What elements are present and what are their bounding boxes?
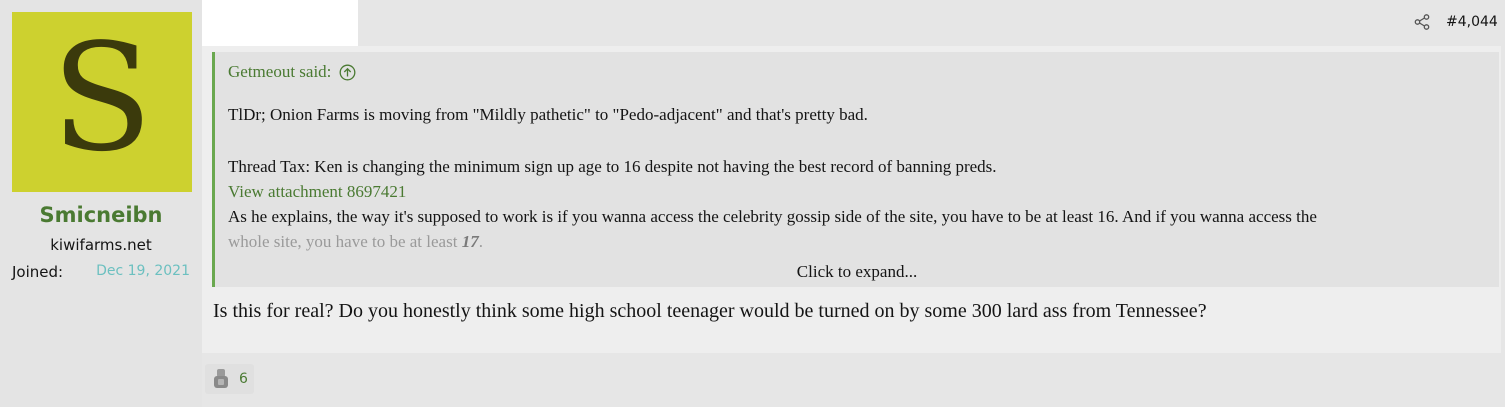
avatar-letter: S — [51, 12, 153, 184]
post-main: #4,044 Getmeout said: TlDr; Onion Farms … — [202, 0, 1505, 407]
user-sidebar: S Smicneibn kiwifarms.net Joined: Dec 19… — [0, 0, 202, 407]
joined-date: Dec 19, 2021 — [96, 263, 190, 279]
quote-line-faded: whole site, you have to be at least 17. — [228, 232, 483, 251]
share-icon[interactable] — [1414, 14, 1430, 30]
username[interactable]: Smicneibn — [0, 203, 202, 227]
attachment-link[interactable]: View attachment 8697421 — [228, 179, 1490, 204]
quote-line: As he explains, the way it's supposed to… — [228, 207, 1317, 226]
joined-label: Joined: — [12, 263, 64, 281]
reaction-icon — [214, 369, 228, 388]
quote-header[interactable]: Getmeout said: — [228, 62, 356, 82]
reply-text: Is this for real? Do you honestly think … — [213, 300, 1207, 322]
message-body: Getmeout said: TlDr; Onion Farms is movi… — [202, 46, 1501, 353]
quote-block: Getmeout said: TlDr; Onion Farms is movi… — [212, 52, 1499, 287]
quote-author[interactable]: Getmeout said: — [228, 62, 331, 82]
reactions-bar[interactable]: 6 — [205, 364, 254, 394]
arrow-up-circle-icon[interactable] — [339, 64, 356, 81]
click-to-expand[interactable]: Click to expand... — [215, 262, 1499, 282]
avatar[interactable]: S — [12, 12, 192, 192]
quote-line: Thread Tax: Ken is changing the minimum … — [228, 157, 997, 176]
quote-line: TlDr; Onion Farms is moving from "Mildly… — [228, 105, 868, 124]
reaction-count: 6 — [239, 371, 248, 387]
user-title: kiwifarms.net — [50, 236, 152, 254]
redacted-box — [202, 0, 358, 46]
quote-content: TlDr; Onion Farms is moving from "Mildly… — [228, 102, 1490, 254]
post-number-link[interactable]: #4,044 — [1446, 14, 1498, 30]
post: S Smicneibn kiwifarms.net Joined: Dec 19… — [0, 0, 1505, 407]
